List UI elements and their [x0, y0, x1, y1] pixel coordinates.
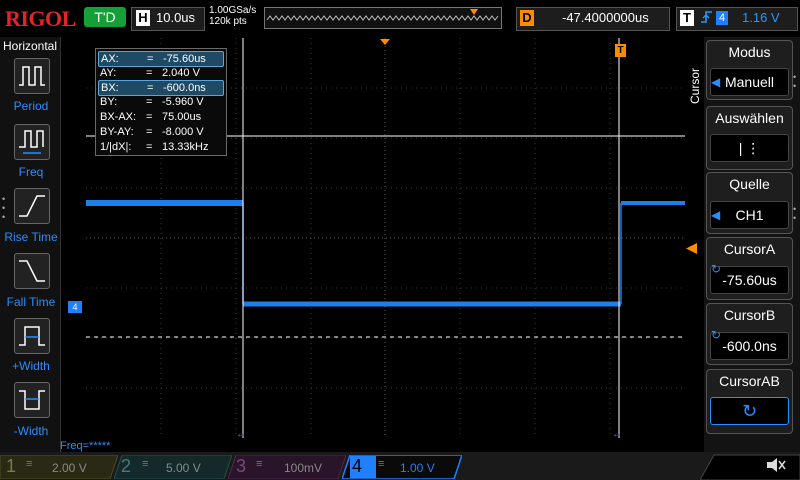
trigger-offset-value: -47.4000000us: [562, 10, 649, 25]
trigger-status-badge: T'D: [84, 7, 126, 27]
trigger-level: 1.16 V: [742, 10, 780, 25]
source-menu-button[interactable]: Quelle CH1 ◀: [706, 172, 793, 234]
mode-value: Manuell: [710, 68, 789, 96]
svg-text:↔: ↔: [236, 429, 246, 438]
source-value: CH1: [710, 201, 789, 229]
memory-waveform-preview: [266, 9, 499, 21]
trigger-level-marker-icon: [686, 243, 697, 254]
period-button[interactable]: [14, 58, 50, 94]
knob-icon: ↻: [711, 328, 722, 342]
select-head: Auswählen: [715, 110, 784, 126]
memory-overview-bar[interactable]: [264, 7, 502, 29]
measure-row: BY: = -5.960 V: [100, 96, 204, 108]
memory-trigger-marker-icon: [470, 9, 478, 15]
period-label: Period: [13, 99, 49, 113]
memory-depth: 120k pts: [209, 16, 247, 27]
measure-row: AX: = -75.60us: [98, 51, 224, 67]
trigger-source-badge: 4: [716, 11, 728, 25]
period-icon: [19, 66, 45, 86]
rising-edge-icon: [700, 9, 714, 28]
select-menu-button[interactable]: Auswählen | ⋮: [706, 106, 793, 170]
fall-time-button[interactable]: [14, 253, 50, 289]
measure-row: 1/|dX|: = 13.33kHz: [100, 141, 209, 153]
menu-dots-icon: • •: [793, 72, 797, 91]
menu-dots-icon: • •: [793, 204, 797, 223]
speaker-mute-icon[interactable]: [765, 456, 787, 479]
measure-row: BY-AY: = -8.000 V: [100, 126, 204, 138]
freq-button[interactable]: [14, 124, 50, 160]
svg-text:↔: ↔: [612, 429, 622, 438]
ch2-scale: 5.00 V: [166, 461, 201, 475]
mode-menu-button[interactable]: Modus Manuell ◀: [706, 40, 793, 100]
menu-dots-icon: • • •: [2, 194, 6, 222]
mode-head: Modus: [728, 44, 771, 60]
trigger-offset-label: D: [520, 10, 534, 26]
left-arrow-icon: ◀: [711, 208, 721, 222]
fall-time-icon: [19, 260, 45, 282]
ch4-ground-marker[interactable]: 4: [68, 301, 82, 313]
ch3-number: 3: [236, 456, 247, 476]
rise-time-button[interactable]: [14, 188, 50, 224]
measure-row: BX: = -600.0ns: [98, 80, 224, 96]
ch4-scale: 1.00 V: [400, 461, 435, 475]
fall-time-label: Fall Time: [6, 295, 56, 309]
menu-title-vertical: Cursor: [688, 68, 702, 104]
left-panel-title: Horizontal: [2, 39, 58, 53]
ch3-scale: 100mV: [284, 461, 323, 475]
select-value: | ⋮: [710, 134, 789, 162]
knob-icon: ↻: [711, 262, 722, 276]
cursor-ab-menu-button[interactable]: CursorAB ↻: [706, 369, 793, 434]
rigol-logo: RIGOL: [5, 6, 76, 31]
cursor-a-value: -75.60us: [710, 266, 789, 294]
timebase-value: 10.0us: [156, 10, 196, 25]
rise-time-label: Rise Time: [4, 230, 58, 244]
cursor-ab-knob-icon: ↻: [710, 397, 789, 425]
cursor-b-head: CursorB: [723, 307, 776, 323]
positive-width-icon: [19, 326, 45, 346]
ch2-coupling-icon: ≡: [142, 458, 149, 470]
ch3-coupling-icon: ≡: [256, 458, 263, 470]
trigger-time-marker-icon: T: [615, 44, 626, 57]
timebase-label: H: [136, 10, 150, 26]
left-arrow-icon: ◀: [711, 75, 721, 89]
ch4-number: 4: [352, 456, 363, 476]
sample-rate: 1.00GSa/s: [209, 5, 257, 16]
negative-width-button[interactable]: [14, 382, 50, 418]
ch4-coupling-icon: ≡: [378, 458, 385, 470]
cursor-a-head: CursorA: [723, 241, 776, 257]
frequency-icon: [19, 130, 44, 154]
measure-row: AY: = 2.040 V: [100, 67, 200, 79]
rise-time-icon: [19, 195, 45, 217]
cursor-a-menu-button[interactable]: CursorA -75.60us ↻: [706, 237, 793, 300]
ch1-scale: 2.00 V: [52, 461, 87, 475]
cursor-b-value: -600.0ns: [710, 332, 789, 360]
trigger-label: T: [680, 10, 694, 26]
measure-row: BX-AX: = 75.00us: [100, 111, 202, 123]
positive-width-button[interactable]: [14, 318, 50, 354]
ch1-number: 1: [6, 456, 17, 476]
freq-readout: Freq=*****: [60, 440, 111, 452]
freq-label: Freq: [18, 165, 44, 179]
cursor-ab-head: CursorAB: [719, 373, 780, 389]
ch1-coupling-icon: ≡: [26, 458, 33, 470]
positive-width-label: +Width: [12, 359, 50, 373]
cursor-b-menu-button[interactable]: CursorB -600.0ns ↻: [706, 303, 793, 365]
negative-width-icon: [19, 390, 45, 410]
negative-width-label: -Width: [13, 424, 49, 438]
svg-text:Cursor: Cursor: [688, 68, 702, 104]
ch2-number: 2: [121, 456, 132, 476]
source-head: Quelle: [729, 176, 770, 192]
